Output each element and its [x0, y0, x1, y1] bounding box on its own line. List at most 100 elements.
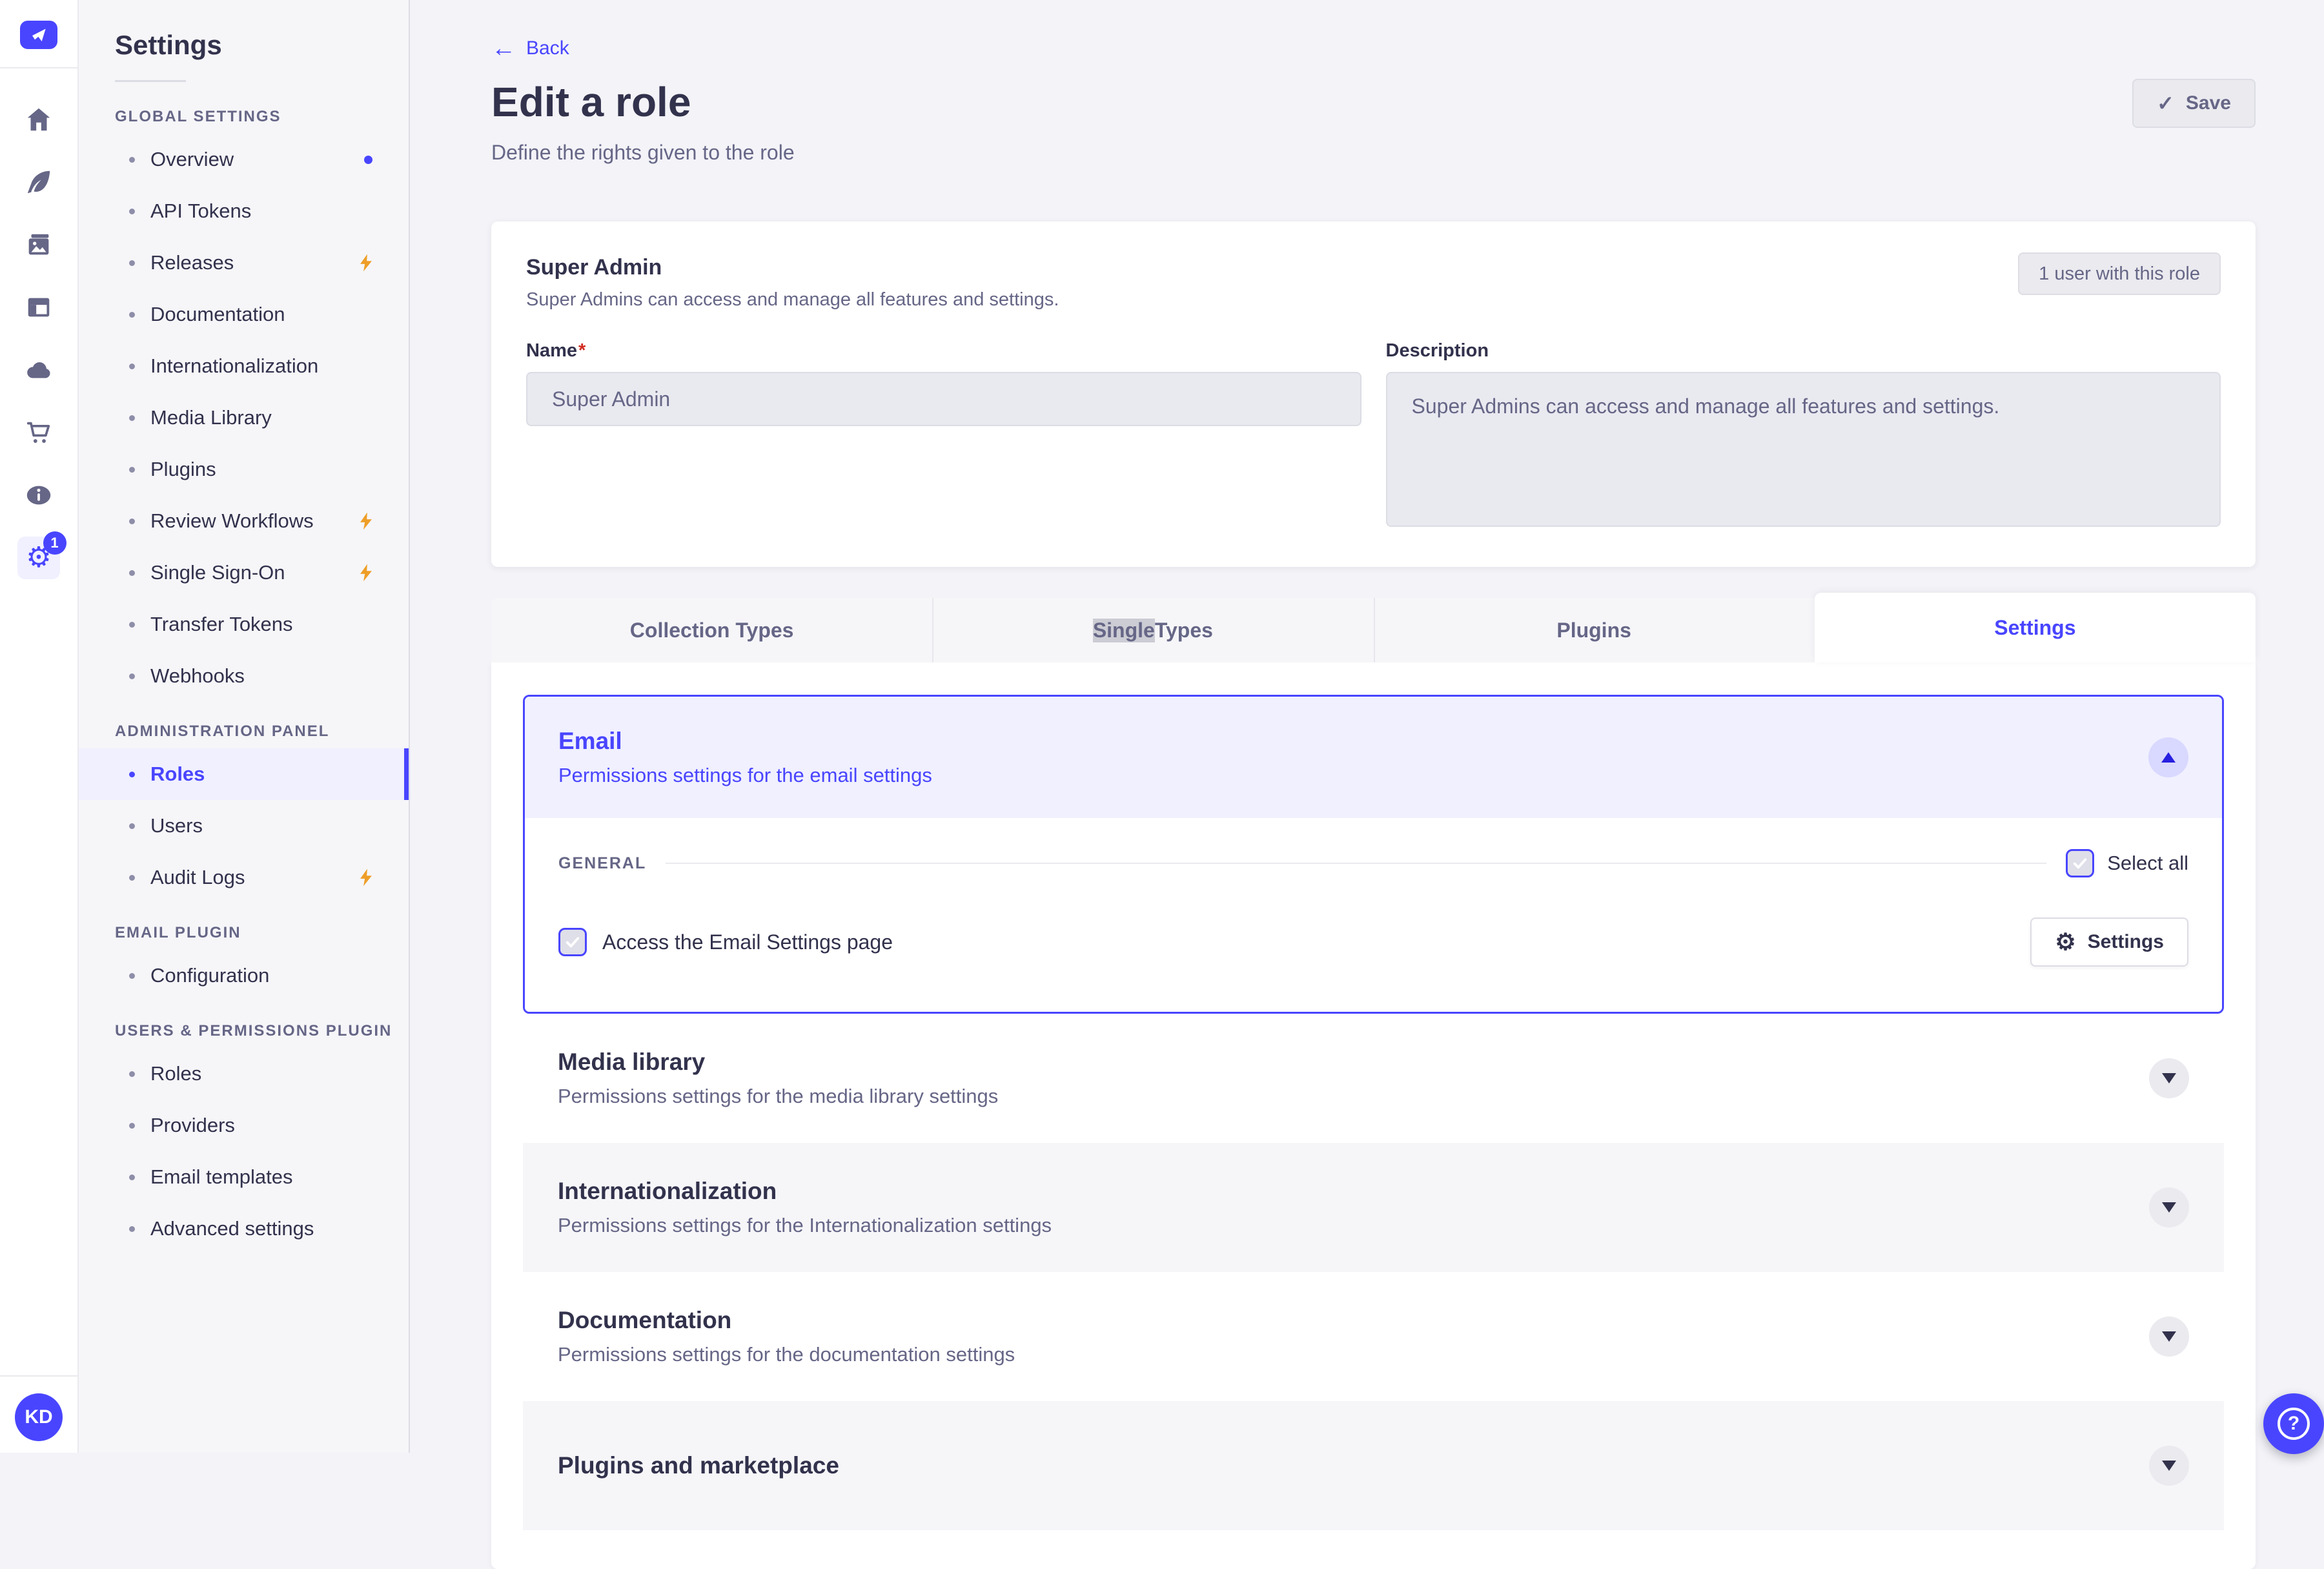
sidebar-item-label: API Tokens	[150, 200, 252, 222]
role-name: Super Admin	[526, 255, 662, 280]
accordion-row-internationalization[interactable]: Internationalization Permissions settings…	[523, 1143, 2224, 1272]
sidebar-item-label: Roles	[150, 763, 205, 785]
sidebar-item-label: Email templates	[150, 1165, 293, 1188]
email-accordion-header[interactable]: Email Permissions settings for the email…	[525, 697, 2222, 818]
rail-bottom: KD	[0, 1375, 77, 1453]
avatar[interactable]: KD	[15, 1393, 63, 1441]
sidebar-item-label: Advanced settings	[150, 1217, 314, 1240]
bullet-icon	[129, 823, 135, 829]
check-icon: ✓	[2157, 92, 2174, 115]
bullet-icon	[129, 621, 135, 628]
sidebar-item-single-sign-on[interactable]: Single Sign-On	[79, 547, 409, 599]
select-all-checkbox[interactable]	[2066, 849, 2095, 877]
check-icon	[2074, 858, 2087, 869]
help-button[interactable]: ?	[2263, 1393, 2324, 1454]
sidebar-item-overview[interactable]: Overview	[79, 134, 409, 185]
sidebar-item-internationalization[interactable]: Internationalization	[79, 340, 409, 392]
sidebar-item-label: Media Library	[150, 406, 272, 429]
lightning-icon	[360, 254, 372, 272]
accordion-subtitle: Permissions settings for the documentati…	[558, 1343, 1015, 1366]
sidebar-item-label: Transfer Tokens	[150, 613, 293, 635]
notification-badge: 1	[43, 531, 66, 555]
expand-toggle-button[interactable]	[2149, 1446, 2189, 1486]
question-mark-icon: ?	[2278, 1408, 2310, 1440]
rail-divider	[0, 67, 77, 68]
sidebar-item-advanced-settings[interactable]: Advanced settings	[79, 1203, 409, 1255]
bullet-icon	[129, 518, 135, 524]
expand-toggle-button[interactable]	[2149, 1058, 2189, 1098]
sidebar-item-webhooks[interactable]: Webhooks	[79, 650, 409, 702]
accordion-row-plugins-and-marketplace[interactable]: Plugins and marketplace	[523, 1401, 2224, 1530]
section-divider	[666, 863, 2047, 864]
save-button[interactable]: ✓ Save	[2132, 79, 2256, 128]
description-textarea[interactable]: Super Admins can access and manage all f…	[1385, 372, 2221, 527]
expand-toggle-button[interactable]	[2149, 1317, 2189, 1357]
back-link[interactable]: ← Back	[491, 36, 569, 61]
sidebar-item-audit-logs[interactable]: Audit Logs	[79, 852, 409, 903]
name-input[interactable]: Super Admin	[526, 372, 1361, 426]
sidebar-item-label: Releases	[150, 251, 234, 274]
permissions-section: Collection Types Single Types Plugins Setti…	[491, 593, 2256, 1569]
chevron-down-icon	[2162, 1202, 2176, 1213]
content-manager-icon[interactable]	[8, 150, 70, 213]
strapi-logo[interactable]	[20, 21, 57, 49]
bullet-icon	[129, 1225, 135, 1232]
collapse-toggle-button[interactable]	[2148, 737, 2188, 777]
sidebar-item-providers[interactable]: Providers	[79, 1100, 409, 1151]
sidebar-item-label: Overview	[150, 148, 234, 170]
chevron-down-icon	[2162, 1073, 2176, 1083]
sidebar-item-transfer-tokens[interactable]: Transfer Tokens	[79, 599, 409, 650]
home-icon[interactable]	[8, 88, 70, 150]
chevron-down-icon	[2162, 1461, 2176, 1471]
bullet-icon	[129, 972, 135, 979]
information-icon[interactable]	[8, 464, 70, 526]
sidebar-item-plugins[interactable]: Plugins	[79, 444, 409, 495]
sidebar-item-roles[interactable]: Roles	[79, 748, 409, 800]
sidebar-item-label: Providers	[150, 1114, 235, 1136]
tab-single-types[interactable]: Single Types	[932, 598, 1374, 662]
general-section-label: GENERAL	[558, 854, 647, 872]
check-icon	[566, 937, 580, 948]
bullet-icon	[129, 363, 135, 369]
cloud-icon[interactable]	[8, 338, 70, 401]
sidebar-item-configuration[interactable]: Configuration	[79, 950, 409, 1001]
sidebar-item-releases[interactable]: Releases	[79, 237, 409, 289]
settings-icon[interactable]: ⚙ 1	[8, 526, 70, 589]
settings-button[interactable]: ⚙ Settings	[2030, 918, 2188, 967]
sidebar-item-label: Configuration	[150, 964, 270, 987]
sidebar-item-label: Audit Logs	[150, 866, 245, 888]
access-email-settings-checkbox[interactable]	[558, 928, 587, 956]
marketplace-icon[interactable]	[8, 401, 70, 464]
tab-collection-types[interactable]: Collection Types	[491, 598, 933, 662]
tab-plugins[interactable]: Plugins	[1373, 598, 1815, 662]
users-with-role-button[interactable]: 1 user with this role	[2018, 252, 2221, 295]
sidebar-item-documentation[interactable]: Documentation	[79, 289, 409, 340]
sidebar-item-roles[interactable]: Roles	[79, 1048, 409, 1100]
media-library-icon[interactable]	[8, 213, 70, 276]
main-content: ← Back Edit a role ✓ Save Define the rig…	[410, 0, 2324, 1569]
tab-settings[interactable]: Settings	[1814, 593, 2256, 662]
required-mark: *	[578, 340, 586, 361]
sidebar-item-review-workflows[interactable]: Review Workflows	[79, 495, 409, 547]
accordion-title: Email	[558, 728, 622, 754]
bullet-icon	[129, 874, 135, 881]
accordion-row-media-library[interactable]: Media library Permissions settings for th…	[523, 1014, 2224, 1143]
expand-toggle-button[interactable]	[2149, 1187, 2189, 1227]
sidebar-item-label: Documentation	[150, 303, 285, 325]
sidebar-item-email-templates[interactable]: Email templates	[79, 1151, 409, 1203]
chevron-up-icon	[2161, 752, 2176, 763]
lightning-icon	[360, 564, 372, 582]
content-type-builder-icon[interactable]	[8, 276, 70, 338]
accordion-title: Plugins and marketplace	[558, 1452, 839, 1479]
accordion-subtitle: Permissions settings for the email setti…	[558, 764, 932, 786]
sidebar-item-users[interactable]: Users	[79, 800, 409, 852]
sidebar-item-media-library[interactable]: Media Library	[79, 392, 409, 444]
page-title: Edit a role	[491, 79, 691, 125]
accordion-row-documentation[interactable]: Documentation Permissions settings for th…	[523, 1272, 2224, 1401]
bullet-icon	[129, 771, 135, 777]
back-label: Back	[526, 37, 569, 59]
role-card: Super Admin Super Admins can access and …	[491, 221, 2256, 567]
sidebar-item-label: Internationalization	[150, 354, 319, 377]
accordion-subtitle: Permissions settings for the media libra…	[558, 1085, 999, 1107]
sidebar-item-api-tokens[interactable]: API Tokens	[79, 185, 409, 237]
